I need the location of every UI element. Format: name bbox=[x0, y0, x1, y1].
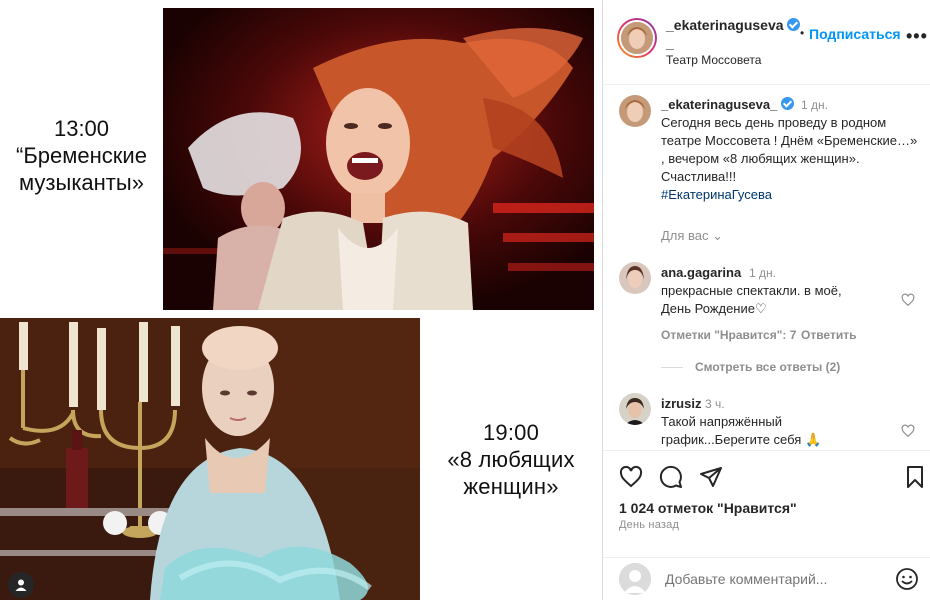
add-comment-bar bbox=[603, 557, 930, 600]
like-heart-icon[interactable] bbox=[619, 465, 643, 489]
comment-likes[interactable]: Отметки "Нравится": 7 bbox=[661, 328, 796, 342]
comment-bubble-icon[interactable] bbox=[659, 465, 683, 489]
post-date: День назад bbox=[619, 519, 680, 531]
current-user-avatar bbox=[619, 563, 651, 595]
comment-text: Такой напряжённый график...Берегите себя… bbox=[661, 414, 822, 447]
like-count[interactable]: 1 024 отметок "Нравится" bbox=[619, 500, 797, 516]
comment-username[interactable]: izrusiz bbox=[661, 396, 701, 411]
commenter-avatar[interactable] bbox=[619, 393, 651, 425]
post-location[interactable]: Театр Моссовета bbox=[666, 53, 761, 67]
more-options-icon[interactable]: ••• bbox=[906, 26, 928, 47]
bremen-photo-illustration bbox=[163, 8, 594, 310]
comment-like-heart-icon[interactable] bbox=[901, 424, 915, 438]
translation-link[interactable]: Для вас ⌄ bbox=[661, 228, 723, 244]
caption-username[interactable]: _ekaterinaguseva_ bbox=[661, 97, 794, 112]
post-side-panel: _ekaterinaguseva _ • Подписаться ••• Теа… bbox=[602, 0, 930, 600]
caption-time: 1 дн. bbox=[801, 98, 828, 112]
author-username-wrap: _ bbox=[666, 35, 674, 51]
commenter-avatar[interactable] bbox=[619, 262, 651, 294]
reply-button[interactable]: Ответить bbox=[801, 328, 856, 342]
post-header: _ekaterinaguseva _ • Подписаться ••• Теа… bbox=[603, 0, 930, 85]
comment-input[interactable] bbox=[665, 571, 885, 587]
post-actions: 1 024 отметок "Нравится" День назад bbox=[603, 450, 930, 560]
schedule-text-evening: 19:00 «8 любящих женщин» bbox=[447, 419, 575, 499]
performance-photo-bremen bbox=[163, 8, 594, 310]
tagged-people-button[interactable] bbox=[8, 572, 34, 598]
verified-badge-icon bbox=[787, 18, 801, 31]
caption-text: Сегодня весь день проведу в родном театр… bbox=[661, 115, 918, 202]
author-avatar[interactable] bbox=[617, 18, 657, 58]
comment-time: 3 ч. bbox=[705, 397, 725, 411]
verified-badge-icon bbox=[780, 97, 794, 110]
performance-photo-8-women bbox=[0, 318, 420, 600]
separator-dot: • bbox=[800, 26, 805, 40]
emoji-icon[interactable] bbox=[895, 567, 919, 591]
schedule-text-matinee: 13:00 “Бременские музыканты» bbox=[16, 115, 147, 195]
person-icon bbox=[15, 579, 27, 591]
author-username[interactable]: _ekaterinaguseva bbox=[666, 17, 801, 33]
comment-text: прекрасные спектакли. в моё, День Рожден… bbox=[661, 283, 842, 316]
view-replies-link[interactable]: Смотреть все ответы (2) bbox=[661, 360, 840, 374]
follow-button[interactable]: Подписаться bbox=[809, 26, 901, 42]
eight-women-photo-illustration bbox=[0, 318, 420, 600]
share-paper-plane-icon[interactable] bbox=[699, 465, 723, 489]
post-image-collage[interactable]: 13:00 “Бременские музыканты» 19:00 «8 лю… bbox=[0, 0, 602, 600]
comment-username[interactable]: ana.gagarina bbox=[661, 265, 741, 280]
save-bookmark-icon[interactable] bbox=[903, 465, 927, 489]
comment-time: 1 дн. bbox=[749, 266, 776, 280]
comments-section[interactable]: _ekaterinaguseva_ 1 дн. Сегодня весь ден… bbox=[603, 85, 930, 450]
comment-like-heart-icon[interactable] bbox=[901, 293, 915, 307]
hashtag-link[interactable]: #ЕкатеринаГусева bbox=[661, 187, 772, 202]
caption-avatar[interactable] bbox=[619, 95, 651, 127]
